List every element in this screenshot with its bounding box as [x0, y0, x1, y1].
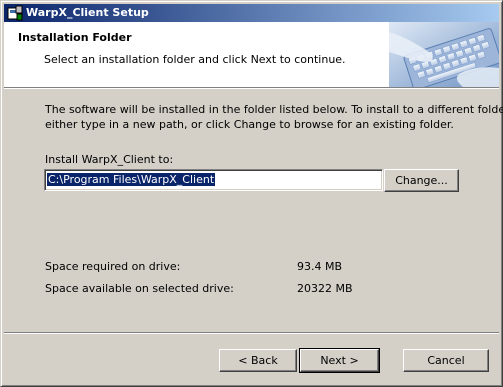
footer-separator	[4, 332, 499, 334]
header-banner: Installation Folder Select an installati…	[4, 22, 499, 87]
install-path-label: Install WarpX_Client to:	[45, 153, 174, 166]
keyboard-hand-image	[389, 22, 499, 87]
next-button[interactable]: Next >	[299, 348, 380, 373]
description-line-2: either type in a new path, or click Chan…	[45, 118, 454, 131]
change-button[interactable]: Change...	[384, 169, 459, 192]
banner-separator	[4, 87, 499, 89]
space-available-value: 20322 MB	[297, 282, 353, 295]
banner-title: Installation Folder	[18, 31, 132, 44]
space-available-label: Space available on selected drive:	[45, 282, 234, 295]
description-line-1: The software will be installed in the fo…	[45, 103, 503, 116]
cancel-button[interactable]: Cancel	[403, 349, 489, 372]
install-path-input[interactable]: C:\Program Files\WarpX_Client	[44, 169, 383, 191]
setup-app-icon	[7, 5, 23, 21]
window-title: WarpX_Client Setup	[26, 6, 149, 19]
space-required-label: Space required on drive:	[45, 260, 181, 273]
banner-subtitle: Select an installation folder and click …	[44, 53, 346, 66]
back-button[interactable]: < Back	[219, 349, 297, 372]
install-path-value: C:\Program Files\WarpX_Client	[47, 173, 216, 186]
space-required-value: 93.4 MB	[297, 260, 343, 273]
setup-window: WarpX_Client Setup Installation Folder S…	[0, 0, 503, 387]
title-bar[interactable]: WarpX_Client Setup	[4, 4, 499, 22]
